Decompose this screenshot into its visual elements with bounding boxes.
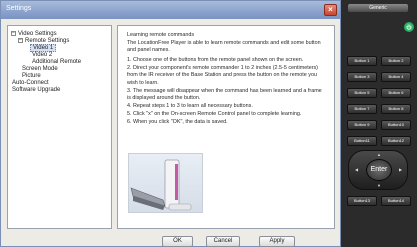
tree-item-additional-remote[interactable]: Additional Remote bbox=[32, 59, 81, 66]
tree-item-label: Auto-Connect bbox=[12, 80, 49, 86]
remote-button-11[interactable]: Button11 bbox=[347, 136, 377, 146]
preset-selector[interactable]: Generic bbox=[348, 4, 408, 12]
remote-button-4[interactable]: Button 4 bbox=[381, 72, 411, 82]
tree-item-label: Video Settings bbox=[18, 31, 57, 38]
remote-button-12[interactable]: Button12 bbox=[381, 136, 411, 146]
apply-button[interactable]: Apply bbox=[259, 236, 295, 247]
remote-button-6[interactable]: Button 6 bbox=[381, 88, 411, 98]
direction-pad: ▲ ▼ ◀ ▶ Enter bbox=[348, 150, 408, 190]
tree-item-label: Software Upgrade bbox=[12, 87, 61, 93]
remote-button-7[interactable]: Button 7 bbox=[347, 104, 377, 114]
tree-item-screen-mode[interactable]: Screen Mode bbox=[22, 66, 58, 73]
power-button[interactable] bbox=[404, 22, 414, 32]
ok-button[interactable]: OK bbox=[162, 236, 193, 247]
content-step-4: 4. Repeat steps 1 to 3 to learn all nece… bbox=[127, 103, 253, 109]
arrow-right-icon[interactable]: ▶ bbox=[399, 167, 402, 172]
tree-item-auto-connect[interactable]: Auto-Connect bbox=[12, 80, 49, 87]
arrow-up-icon[interactable]: ▲ bbox=[377, 152, 381, 157]
tree-item-label: Video 1 bbox=[30, 44, 57, 52]
remote-button-5[interactable]: Button 5 bbox=[347, 88, 377, 98]
remote-button-2[interactable]: Button 2 bbox=[381, 56, 411, 66]
tree-item-label: Screen Mode bbox=[22, 66, 58, 72]
tree-item-label: Additional Remote bbox=[32, 59, 82, 65]
tree-item-picture[interactable]: Picture bbox=[22, 73, 41, 80]
close-icon: × bbox=[328, 5, 333, 14]
tree-item-video-1[interactable]: Video 1 bbox=[30, 44, 57, 52]
tree-item-video-2[interactable]: Video 2 bbox=[32, 52, 52, 59]
tree-item-software-upgrade[interactable]: Software Upgrade bbox=[12, 87, 60, 94]
tree-expander-icon[interactable]: − bbox=[11, 31, 16, 36]
remote-illustration-image bbox=[130, 159, 192, 211]
remote-button-3[interactable]: Button 3 bbox=[347, 72, 377, 82]
onscreen-remote-panel: Generic Button 1 Button 2 Button 3 Butto… bbox=[341, 0, 417, 247]
tree-item-label: Picture bbox=[22, 73, 41, 79]
window-title: Settings bbox=[6, 5, 32, 12]
close-button[interactable]: × bbox=[324, 4, 337, 16]
remote-button-8[interactable]: Button 8 bbox=[381, 104, 411, 114]
remote-illustration bbox=[128, 153, 203, 213]
tree-expander-icon[interactable]: − bbox=[18, 38, 23, 43]
arrow-down-icon[interactable]: ▼ bbox=[377, 183, 381, 188]
remote-button-13[interactable]: Button13 bbox=[347, 196, 377, 206]
content-step-1: 1. Choose one of the buttons from the re… bbox=[127, 57, 304, 63]
title-bar[interactable]: Settings × bbox=[1, 1, 340, 19]
remote-button-10[interactable]: Button10 bbox=[381, 120, 411, 130]
content-heading: Learning remote commands bbox=[127, 32, 195, 38]
content-intro: The LocationFree Player is able to learn… bbox=[127, 40, 321, 54]
remote-button-1[interactable]: Button 1 bbox=[347, 56, 377, 66]
content-step-5: 5. Click "x" on the On-screen Remote Con… bbox=[127, 111, 302, 117]
tree-item-label: Video 2 bbox=[32, 52, 53, 58]
content-step-3: 3. The message will disappear when the c… bbox=[127, 88, 322, 102]
remote-button-14[interactable]: Button14 bbox=[381, 196, 411, 206]
enter-button[interactable]: Enter bbox=[366, 159, 392, 181]
remote-button-9[interactable]: Button 9 bbox=[347, 120, 377, 130]
content-step-2: 2. Direct your component's remote comman… bbox=[127, 65, 318, 86]
settings-tree: − Video Settings − Remote Settings Video 1… bbox=[7, 25, 112, 229]
cancel-button[interactable]: Cancel bbox=[206, 236, 240, 247]
settings-dialog: Settings × − Video Settings − Remote Setti… bbox=[0, 0, 341, 247]
power-icon bbox=[406, 24, 412, 30]
arrow-left-icon[interactable]: ◀ bbox=[355, 167, 358, 172]
content-step-6: 6. When you click "OK", the data is save… bbox=[127, 119, 228, 125]
